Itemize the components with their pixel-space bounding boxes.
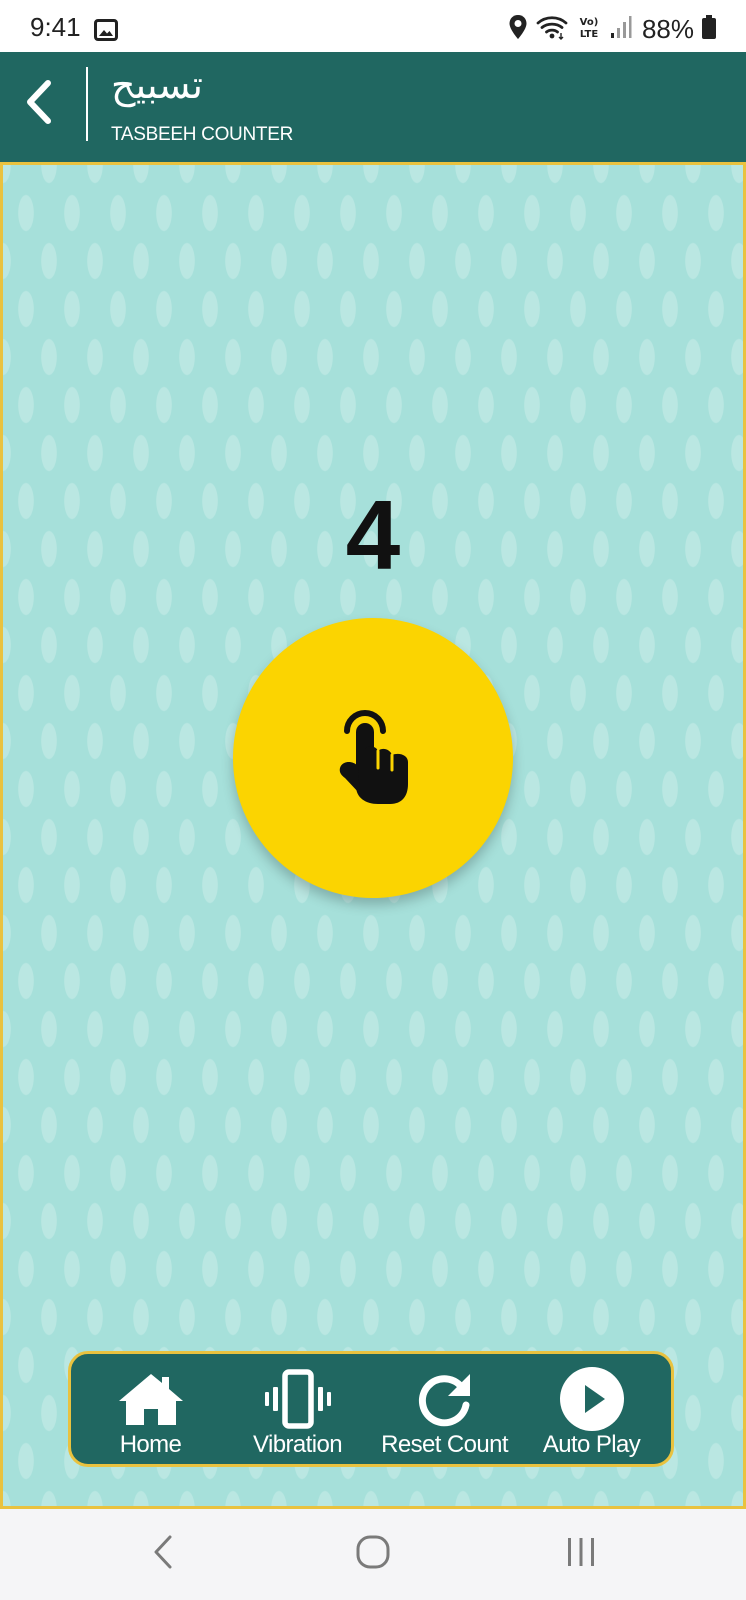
nav-home-button[interactable]	[343, 1531, 403, 1577]
auto-play-button[interactable]: Auto Play	[518, 1354, 665, 1464]
svg-text:Vo): Vo)	[580, 17, 599, 28]
home-icon	[116, 1368, 186, 1430]
vibration-icon	[263, 1368, 333, 1430]
wifi-icon	[536, 14, 568, 45]
nav-back-icon	[152, 1534, 174, 1575]
refresh-icon	[410, 1368, 480, 1430]
page-title-arabic: تسبيح	[111, 63, 203, 107]
volte-icon: Vo) LTE	[576, 14, 602, 45]
vibration-button[interactable]: Vibration	[224, 1354, 371, 1464]
app-header: تسبيح TASBEEH COUNTER	[0, 52, 746, 162]
status-bar: 9:41 Vo) LTE 88%	[0, 0, 746, 52]
svg-text:LTE: LTE	[580, 29, 599, 40]
nav-recents-icon	[565, 1536, 597, 1573]
gallery-icon	[94, 19, 118, 46]
chevron-left-icon	[24, 79, 54, 130]
header-divider	[86, 67, 88, 141]
auto-play-label: Auto Play	[542, 1431, 641, 1458]
system-nav-bar	[0, 1509, 746, 1600]
bottom-toolbar: Home Vibration Reset Count Auto Play	[68, 1351, 674, 1467]
play-circle-icon	[557, 1367, 627, 1431]
nav-back-button[interactable]	[133, 1531, 193, 1577]
counter-value: 4	[345, 480, 401, 590]
home-label: Home	[119, 1431, 182, 1458]
tap-count-button[interactable]	[233, 618, 513, 898]
location-icon	[508, 14, 528, 45]
status-time: 9:41	[30, 12, 81, 42]
reset-count-button[interactable]: Reset Count	[371, 1354, 518, 1464]
page-subtitle: TASBEEH COUNTER	[111, 124, 294, 145]
vibration-label: Vibration	[253, 1431, 342, 1458]
reset-count-label: Reset Count	[381, 1431, 508, 1458]
battery-icon	[702, 14, 716, 44]
battery-percent: 88%	[641, 14, 694, 44]
nav-home-icon	[356, 1535, 390, 1574]
nav-recents-button[interactable]	[551, 1531, 611, 1577]
tap-hand-icon	[336, 706, 410, 811]
status-indicators: Vo) LTE 88%	[508, 14, 716, 44]
back-button[interactable]	[14, 72, 64, 136]
home-button[interactable]: Home	[77, 1354, 224, 1464]
signal-icon	[610, 15, 632, 44]
counter-area: 4 Home Vibration Reset Count Auto Play	[0, 162, 746, 1509]
